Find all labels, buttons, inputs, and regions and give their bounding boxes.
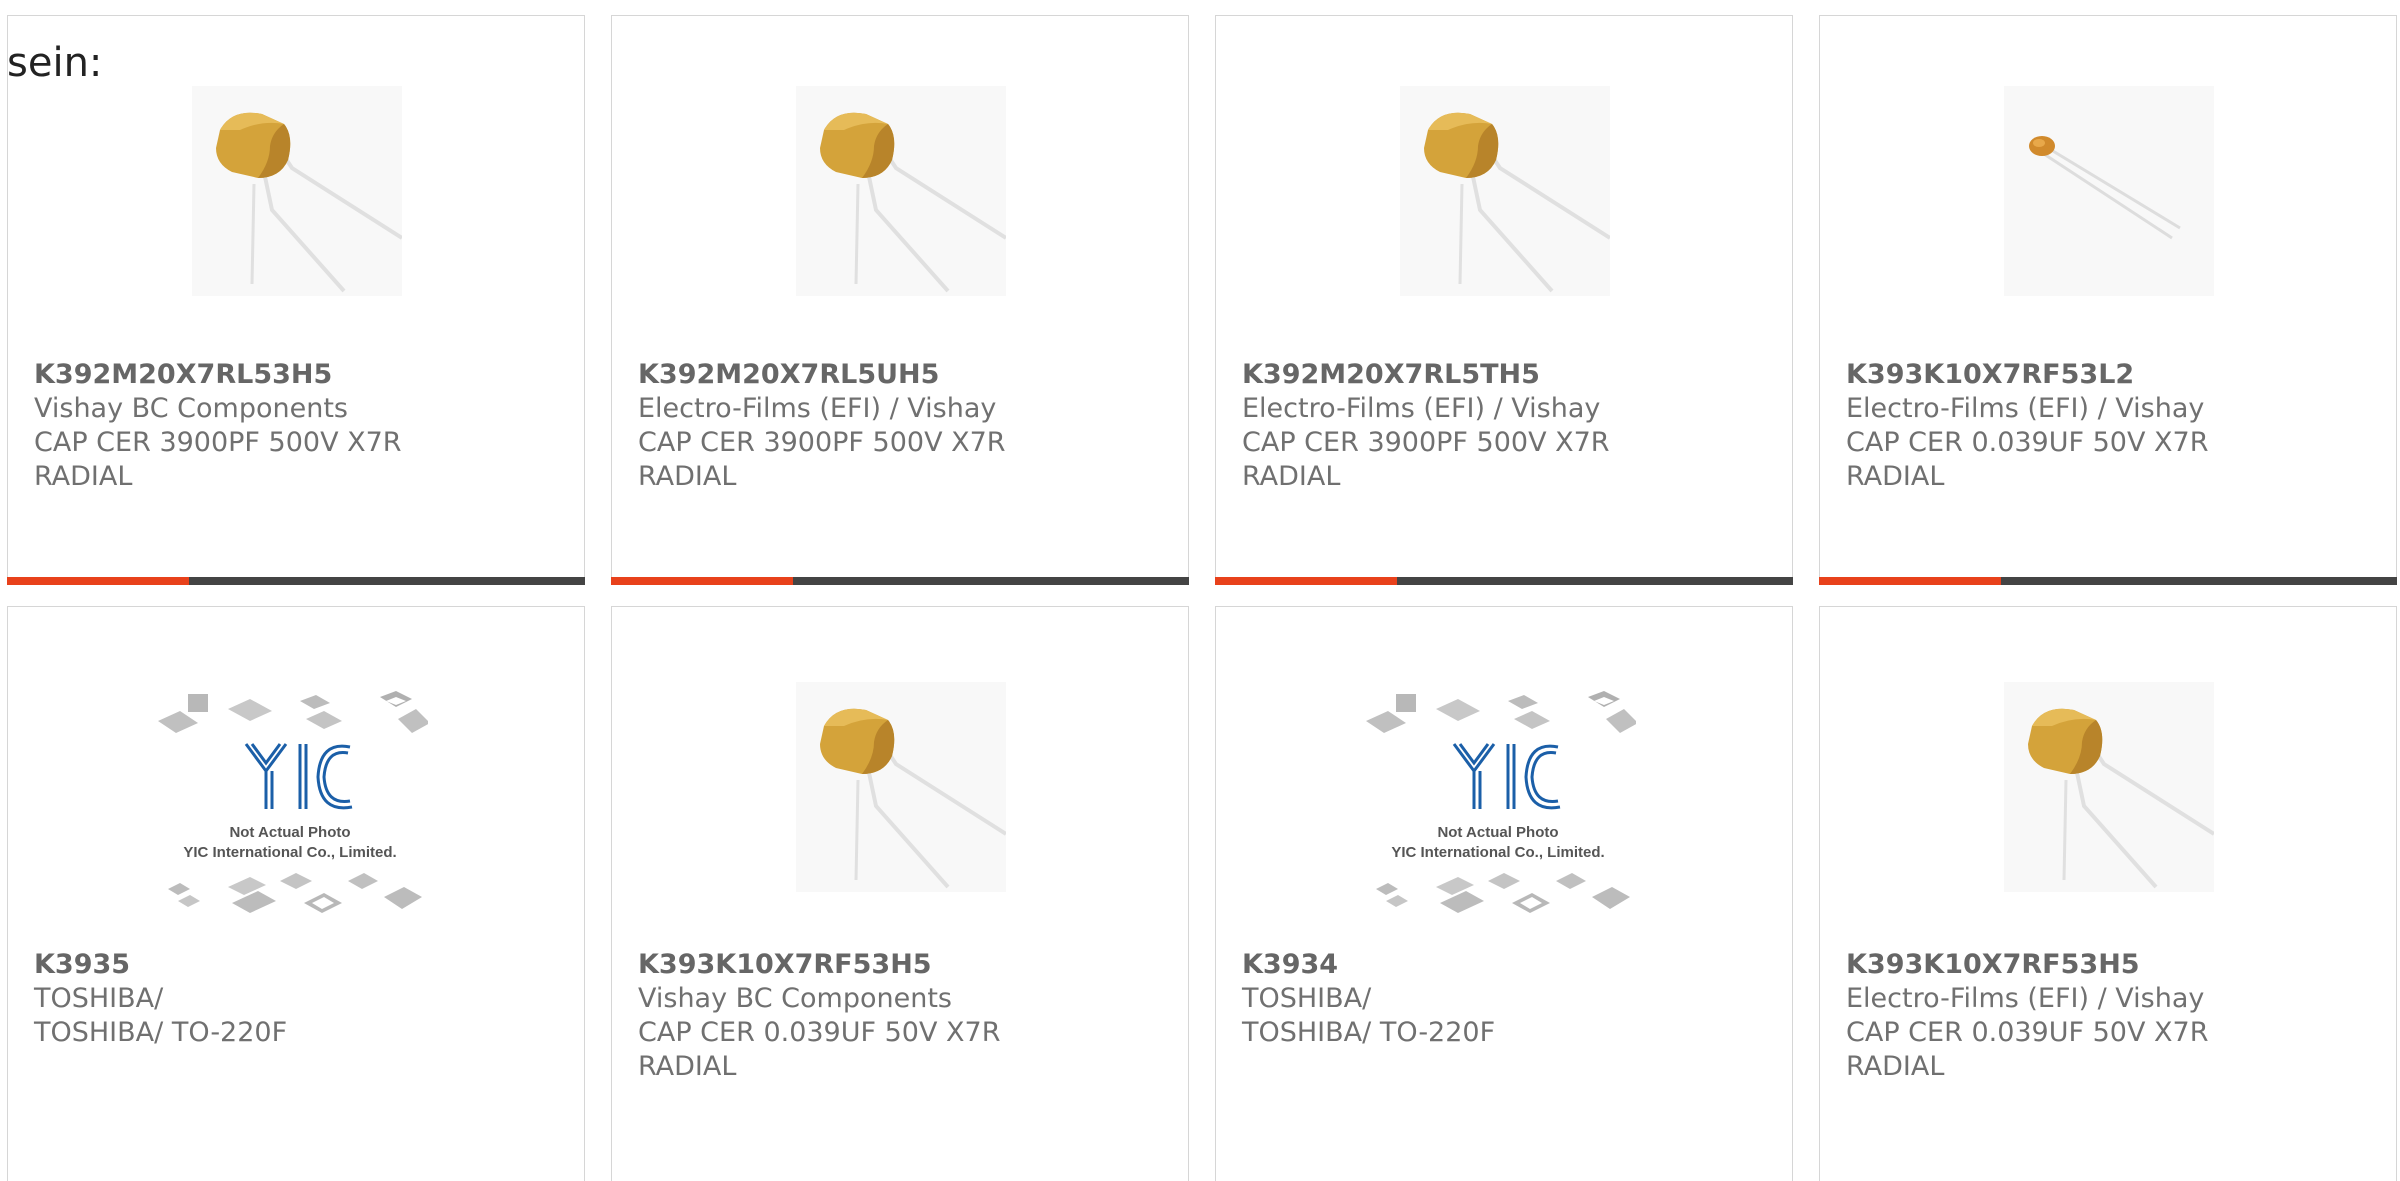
description: TOSHIBA/ TO-220F xyxy=(1242,1017,1496,1048)
card-progress-bar xyxy=(7,577,585,585)
placeholder-photo[interactable]: Not Actual Photo YIC International Co., … xyxy=(158,689,428,929)
description-package: RADIAL xyxy=(638,1051,737,1082)
capacitor-photo[interactable] xyxy=(192,86,402,296)
capacitor-photo[interactable] xyxy=(2004,682,2214,892)
product-card[interactable]: K392M20X7RL5UH5 Electro-Films (EFI) / Vi… xyxy=(611,15,1189,585)
product-card[interactable]: Not Actual Photo YIC International Co., … xyxy=(7,606,585,1181)
part-number[interactable]: K392M20X7RL5TH5 xyxy=(1242,358,1762,392)
placeholder-company: YIC International Co., Limited. xyxy=(183,844,396,861)
description-package: RADIAL xyxy=(1846,461,1945,492)
card-progress-accent xyxy=(611,577,793,585)
card-progress-accent xyxy=(1215,577,1397,585)
capacitor-photo[interactable] xyxy=(1400,86,1610,296)
manufacturer: TOSHIBA/ xyxy=(1242,983,1372,1014)
placeholder-caption: Not Actual Photo xyxy=(229,824,350,841)
description-package: RADIAL xyxy=(638,461,737,492)
product-card[interactable]: K393K10X7RF53H5 Electro-Films (EFI) / Vi… xyxy=(1819,606,2397,1181)
description: CAP CER 3900PF 500V X7R xyxy=(34,427,402,458)
description: CAP CER 0.039UF 50V X7R xyxy=(638,1017,1001,1048)
description: CAP CER 0.039UF 50V X7R xyxy=(1846,427,2209,458)
placeholder-company: YIC International Co., Limited. xyxy=(1391,844,1604,861)
part-number[interactable]: K392M20X7RL53H5 xyxy=(34,358,554,392)
placeholder-photo[interactable]: Not Actual Photo YIC International Co., … xyxy=(1366,689,1636,929)
description: CAP CER 0.039UF 50V X7R xyxy=(1846,1017,2209,1048)
description: CAP CER 3900PF 500V X7R xyxy=(638,427,1006,458)
manufacturer: Electro-Films (EFI) / Vishay xyxy=(1846,393,2205,424)
card-progress-bar xyxy=(611,577,1189,585)
card-progress-accent xyxy=(7,577,189,585)
part-number[interactable]: K3935 xyxy=(34,948,554,982)
description: CAP CER 3900PF 500V X7R xyxy=(1242,427,1610,458)
description: TOSHIBA/ TO-220F xyxy=(34,1017,288,1048)
description-package: RADIAL xyxy=(1846,1051,1945,1082)
description-package: RADIAL xyxy=(1242,461,1341,492)
part-number[interactable]: K393K10X7RF53H5 xyxy=(638,948,1158,982)
product-card[interactable]: Not Actual Photo YIC International Co., … xyxy=(1215,606,1793,1181)
manufacturer: Electro-Films (EFI) / Vishay xyxy=(1242,393,1601,424)
part-number[interactable]: K393K10X7RF53L2 xyxy=(1846,358,2366,392)
intro-text: sein: xyxy=(7,40,103,86)
part-number[interactable]: K3934 xyxy=(1242,948,1762,982)
part-number[interactable]: K392M20X7RL5UH5 xyxy=(638,358,1158,392)
product-card[interactable]: K392M20X7RL5TH5 Electro-Films (EFI) / Vi… xyxy=(1215,15,1793,585)
card-progress-bar xyxy=(1819,577,2397,585)
description-package: RADIAL xyxy=(34,461,133,492)
card-progress-accent xyxy=(1819,577,2001,585)
product-card[interactable]: K393K10X7RF53H5 Vishay BC Components CAP… xyxy=(611,606,1189,1181)
placeholder-caption: Not Actual Photo xyxy=(1437,824,1558,841)
manufacturer: Electro-Films (EFI) / Vishay xyxy=(1846,983,2205,1014)
capacitor-photo[interactable] xyxy=(796,86,1006,296)
manufacturer: Vishay BC Components xyxy=(34,393,348,424)
product-card[interactable]: K393K10X7RF53L2 Electro-Films (EFI) / Vi… xyxy=(1819,15,2397,585)
small-capacitor-photo[interactable] xyxy=(2004,86,2214,296)
capacitor-photo[interactable] xyxy=(796,682,1006,892)
card-progress-bar xyxy=(1215,577,1793,585)
manufacturer: Vishay BC Components xyxy=(638,983,952,1014)
manufacturer: Electro-Films (EFI) / Vishay xyxy=(638,393,997,424)
product-card[interactable]: K392M20X7RL53H5 Vishay BC Components CAP… xyxy=(7,15,585,585)
manufacturer: TOSHIBA/ xyxy=(34,983,164,1014)
part-number[interactable]: K393K10X7RF53H5 xyxy=(1846,948,2366,982)
